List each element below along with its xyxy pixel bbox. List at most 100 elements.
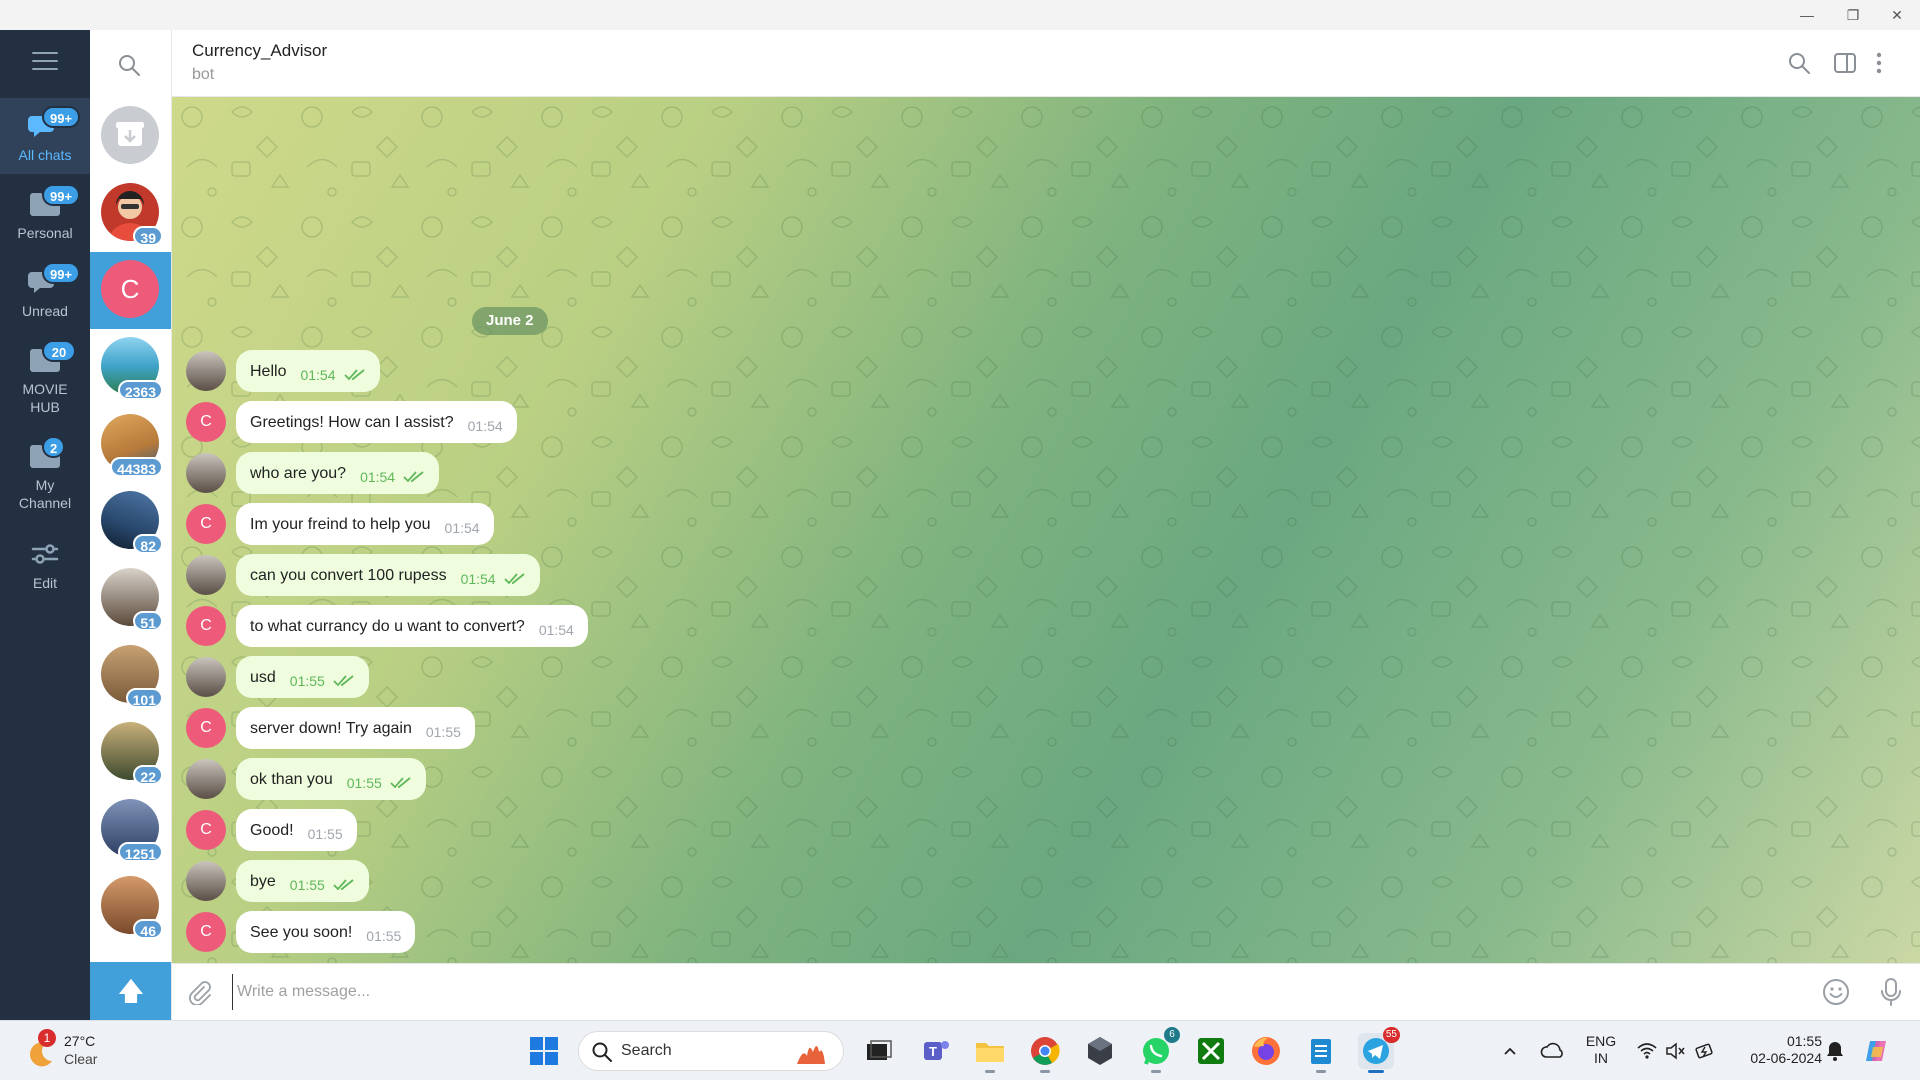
running-indicator [1151, 1070, 1161, 1073]
chat-item[interactable]: 44383 [90, 406, 171, 483]
search-icon[interactable] [116, 52, 142, 78]
scroll-to-top-button[interactable]: 🡅 [90, 962, 171, 1020]
avatar[interactable] [186, 759, 226, 799]
chat-item[interactable]: 39 [90, 175, 171, 252]
language-indicator[interactable]: ENG IN [1580, 1033, 1622, 1067]
chat-item[interactable]: 101 [90, 637, 171, 714]
folder-personal[interactable]: 99+ Personal [0, 176, 90, 252]
archive-chat-item[interactable] [90, 98, 171, 175]
running-indicator [1040, 1070, 1050, 1073]
folder-label: My Channel [18, 477, 72, 511]
folder-movie-hub[interactable]: 20 MOVIE HUB [0, 332, 90, 422]
attach-icon[interactable] [186, 979, 212, 1005]
sidebar-toggle-icon[interactable] [1832, 50, 1858, 76]
chrome-app[interactable] [1027, 1033, 1063, 1073]
avatar[interactable] [186, 453, 226, 493]
minimize-button[interactable]: — [1784, 0, 1830, 30]
chat-item[interactable]: 82 [90, 483, 171, 560]
read-ticks-icon [343, 369, 365, 381]
message-bubble[interactable]: See you soon! 01:55 [236, 911, 416, 953]
cube-app[interactable] [1082, 1033, 1118, 1069]
message-bubble[interactable]: to what currancy do u want to convert? 01… [236, 605, 588, 647]
folder-all-chats[interactable]: 99+ All chats [0, 98, 90, 174]
avatar[interactable] [186, 861, 226, 901]
message-input[interactable] [232, 974, 1752, 1010]
taskbar-search[interactable]: Search [578, 1031, 844, 1071]
bot-avatar[interactable]: C [186, 504, 226, 544]
more-options-icon[interactable] [1872, 50, 1886, 76]
maximize-button[interactable]: ❐ [1830, 0, 1876, 30]
message-text: Good! [250, 822, 294, 839]
whatsapp-app[interactable]: 6 [1138, 1027, 1180, 1073]
message-bubble[interactable]: Greetings! How can I assist? 01:54 [236, 401, 517, 443]
message-bubble[interactable]: server down! Try again 01:55 [236, 707, 475, 749]
message-bubble[interactable]: usd 01:55 [236, 656, 369, 698]
close-window-button[interactable]: ✕ [1874, 0, 1920, 30]
teams-icon: T [924, 1041, 949, 1060]
chat-item[interactable]: 1251 [90, 791, 171, 868]
onedrive-icon[interactable] [1540, 1041, 1564, 1061]
chrome-icon [1031, 1037, 1060, 1065]
bot-avatar[interactable]: C [186, 810, 226, 850]
chevron-up-icon[interactable] [1502, 1043, 1518, 1059]
avatar[interactable] [186, 351, 226, 391]
folder-unread[interactable]: 99+ Unread [0, 254, 90, 330]
message-bubble[interactable]: Hello 01:54 [236, 350, 380, 392]
folder-edit[interactable]: Edit [0, 526, 90, 602]
unread-badge: 22 [133, 765, 163, 785]
avatar[interactable] [186, 657, 226, 697]
clock[interactable]: 01:55 02-06-2024 [1730, 1033, 1822, 1067]
copilot-icon[interactable] [1862, 1037, 1892, 1065]
clock-time: 01:55 [1786, 1033, 1822, 1049]
chat-item-active[interactable]: C [90, 252, 171, 329]
message-bubble[interactable]: ok than you 01:55 [236, 758, 426, 800]
start-button[interactable] [526, 1033, 562, 1069]
xbox-app[interactable] [1193, 1033, 1229, 1069]
running-indicator [985, 1070, 995, 1073]
message-bubble[interactable]: bye 01:55 [236, 860, 369, 902]
message-bubble[interactable]: can you convert 100 rupess 01:54 [236, 554, 540, 596]
folder-badge: 99+ [42, 262, 81, 284]
notification-bell-icon[interactable] [1824, 1039, 1846, 1063]
message-time: 01:54 [467, 418, 503, 434]
message-time: 01:54 [460, 571, 496, 587]
bot-avatar[interactable]: C [186, 912, 226, 952]
read-ticks-icon [403, 471, 424, 483]
teams-app[interactable]: T [918, 1033, 954, 1069]
window-titlebar: — ❐ ✕ [0, 0, 1920, 30]
message-bubble[interactable]: who are you? 01:54 [236, 452, 440, 494]
bot-avatar[interactable]: C [186, 708, 226, 748]
messages-area[interactable]: June 2 Hello 01:54 C Greetings! How can I… [172, 97, 1920, 963]
task-view-button[interactable] [860, 1033, 896, 1069]
battery-charging-icon[interactable] [1694, 1040, 1716, 1062]
message-bubble[interactable]: Good! 01:55 [236, 809, 357, 851]
chat-item[interactable]: 22 [90, 714, 171, 791]
file-explorer-app[interactable] [972, 1033, 1008, 1073]
chat-item[interactable]: 46 [90, 868, 171, 945]
message-text: server down! Try again [250, 720, 412, 737]
bot-avatar[interactable]: C [186, 606, 226, 646]
bot-avatar[interactable]: C [186, 402, 226, 442]
folder-my-channel[interactable]: 2 My Channel [0, 428, 90, 518]
search-label: Search [621, 1042, 672, 1059]
date-separator: June 2 [472, 307, 548, 335]
chat-title[interactable]: Currency_Advisor [192, 41, 327, 61]
search-icon[interactable] [1786, 50, 1812, 76]
avatar[interactable] [186, 555, 226, 595]
telegram-app[interactable]: 55 [1358, 1027, 1400, 1073]
chat-item[interactable]: 51 [90, 560, 171, 637]
volume-muted-icon[interactable] [1664, 1041, 1686, 1061]
folder-label: Personal [17, 225, 73, 241]
firefox-app[interactable] [1248, 1033, 1284, 1069]
menu-icon[interactable] [32, 52, 58, 72]
microphone-icon[interactable] [1878, 977, 1904, 1007]
message-time: 01:55 [425, 724, 461, 740]
weather-widget[interactable]: 1 27°C Clear [22, 1029, 132, 1073]
chat-item[interactable]: 2363 [90, 329, 171, 406]
read-ticks-icon [390, 777, 411, 789]
message-text: to what currancy do u want to convert? [250, 618, 525, 635]
wifi-icon[interactable] [1636, 1041, 1658, 1061]
message-bubble[interactable]: Im your freind to help you 01:54 [236, 503, 494, 545]
notepad-app[interactable] [1303, 1033, 1339, 1073]
emoji-icon[interactable] [1822, 978, 1850, 1006]
